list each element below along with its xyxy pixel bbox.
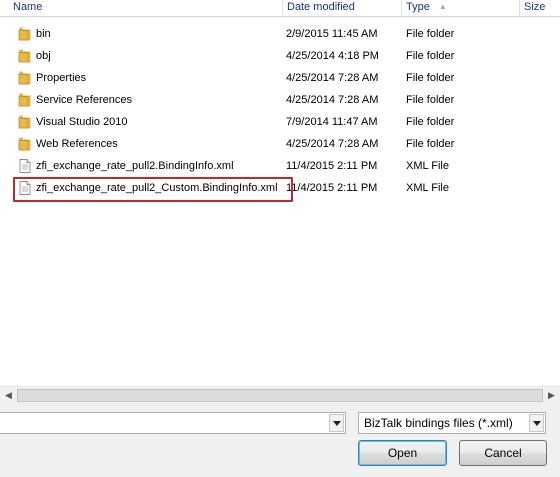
folder-icon [17, 70, 33, 86]
chevron-down-icon[interactable] [329, 414, 344, 432]
folder-icon [17, 114, 33, 130]
file-name: Service References [36, 94, 132, 106]
file-date: 2/9/2015 11:45 AM [286, 28, 378, 40]
file-type: File folder [406, 138, 455, 150]
file-type: XML File [406, 182, 449, 194]
file-name: Web References [36, 138, 118, 150]
column-size-label: Size [524, 1, 546, 13]
scrollbar-thumb[interactable] [17, 389, 543, 402]
column-header: Name Date modified Type ▲ Size [0, 0, 560, 17]
file-date: 7/9/2014 11:47 AM [286, 116, 378, 128]
file-type: File folder [406, 50, 455, 62]
file-date: 11/4/2015 2:11 PM [286, 182, 378, 194]
dialog-footer: BizTalk bindings files (*.xml) Open Canc… [0, 404, 560, 477]
file-row[interactable]: obj 4/25/2014 4:18 PM File folder [0, 45, 560, 67]
column-name-header[interactable]: Name [8, 0, 282, 16]
scroll-right-icon[interactable]: ▶ [543, 387, 560, 404]
file-name: Properties [36, 72, 87, 84]
horizontal-scrollbar[interactable]: ◀ ▶ [0, 386, 560, 404]
column-date-label: Date modified [287, 1, 355, 13]
file-type: File folder [406, 94, 455, 106]
file-name: zfi_exchange_rate_pull2.BindingInfo.xml [36, 160, 234, 172]
file-row[interactable]: Visual Studio 2010 7/9/2014 11:47 AM File … [0, 111, 560, 133]
cancel-button-label: Cancel [484, 446, 522, 460]
file-type: File folder [406, 72, 455, 84]
scroll-left-icon[interactable]: ◀ [0, 387, 17, 404]
folder-icon [17, 48, 33, 64]
file-row[interactable]: zfi_exchange_rate_pull2.BindingInfo.xml 1… [0, 155, 560, 177]
file-type-select[interactable]: BizTalk bindings files (*.xml) [358, 412, 546, 434]
scrollbar-track[interactable] [17, 389, 543, 402]
file-type: File folder [406, 116, 455, 128]
file-name-input[interactable] [0, 412, 346, 434]
file-row[interactable]: Service References 4/25/2014 7:28 AM File … [0, 89, 560, 111]
open-button-label: Open [387, 446, 418, 460]
column-name-label: Name [13, 1, 43, 13]
file-name: Visual Studio 2010 [36, 116, 128, 128]
folder-icon [17, 92, 33, 108]
file-type-value: BizTalk bindings files (*.xml) [364, 416, 513, 430]
file-row[interactable]: bin 2/9/2015 11:45 AM File folder [0, 23, 560, 45]
column-type-header[interactable]: Type ▲ [401, 0, 519, 16]
cancel-button[interactable]: Cancel [459, 440, 547, 466]
file-row[interactable]: Properties 4/25/2014 7:28 AM File folder [0, 67, 560, 89]
column-date-header[interactable]: Date modified [282, 0, 401, 16]
sort-ascending-icon: ▲ [438, 2, 447, 11]
column-type-label: Type [406, 1, 430, 13]
file-date: 4/25/2014 7:28 AM [286, 72, 379, 84]
selection-highlight-box [13, 177, 293, 202]
chevron-down-icon[interactable] [529, 414, 544, 432]
file-type: File folder [406, 28, 455, 40]
file-name: bin [36, 28, 51, 40]
open-button[interactable]: Open [358, 440, 447, 466]
column-size-header[interactable]: Size [519, 0, 560, 16]
folder-icon [17, 26, 33, 42]
file-type: XML File [406, 160, 449, 172]
file-list: Name Date modified Type ▲ Size bin 2/9/20… [0, 0, 560, 386]
file-name: obj [36, 50, 51, 62]
xml-file-icon [17, 158, 33, 174]
file-row[interactable]: Web References 4/25/2014 7:28 AM File fold… [0, 133, 560, 155]
file-date: 4/25/2014 7:28 AM [286, 94, 379, 106]
folder-icon [17, 136, 33, 152]
file-date: 11/4/2015 2:11 PM [286, 160, 378, 172]
file-date: 4/25/2014 7:28 AM [286, 138, 379, 150]
file-date: 4/25/2014 4:18 PM [286, 50, 379, 62]
